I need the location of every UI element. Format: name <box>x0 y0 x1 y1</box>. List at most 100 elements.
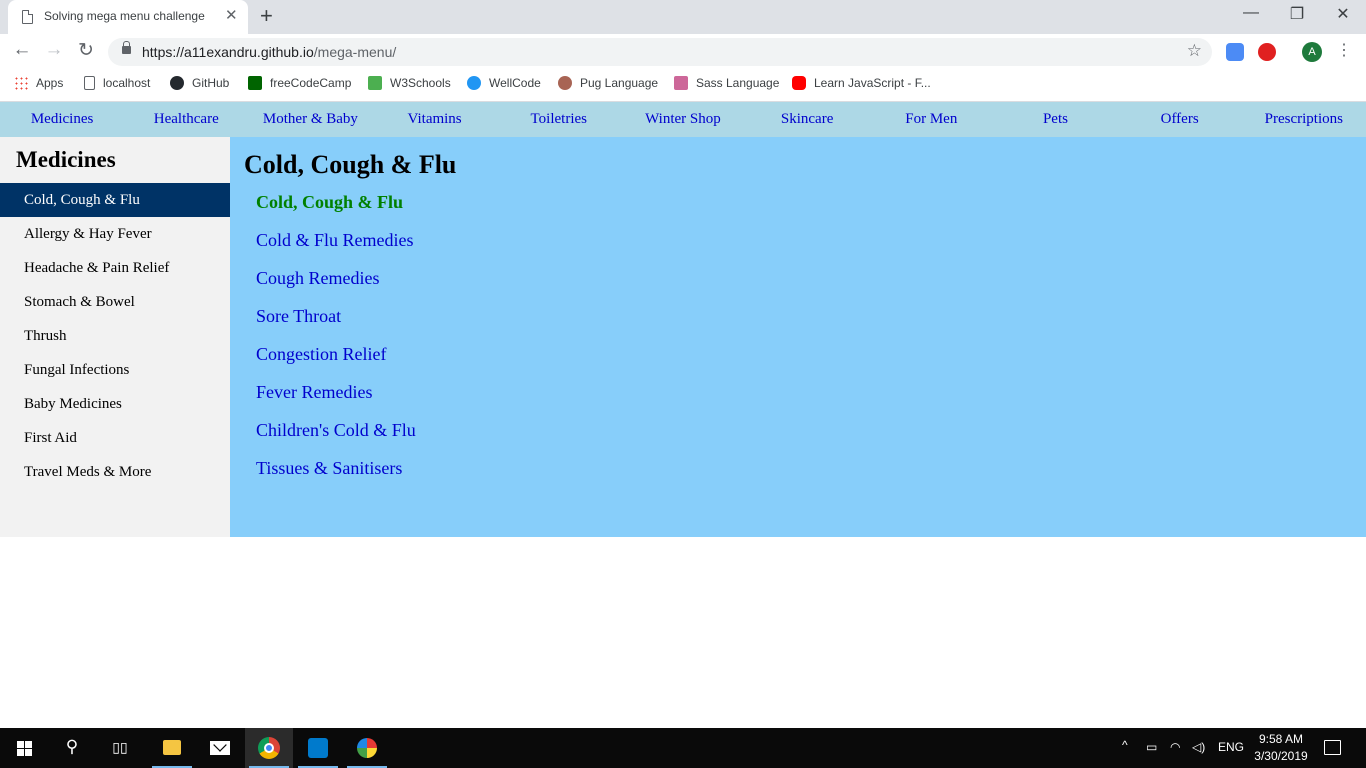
sidebar-title: Medicines <box>16 147 116 172</box>
close-window-button[interactable]: ✕ <box>1328 4 1358 24</box>
nav-item-offers[interactable]: Offers <box>1118 102 1242 137</box>
nav-item-healthcare[interactable]: Healthcare <box>124 102 248 137</box>
task-view-icon: ▯▯ <box>112 739 128 755</box>
wifi-icon[interactable]: ◠ <box>1170 740 1180 754</box>
panel-link-congestion-relief[interactable]: Congestion Relief <box>256 344 416 382</box>
notifications-icon[interactable] <box>1324 740 1341 755</box>
bookmark-star-icon[interactable]: ☆ <box>1187 41 1202 61</box>
panel-link-cough-remedies[interactable]: Cough Remedies <box>256 268 416 306</box>
sass-icon <box>674 76 688 90</box>
clock-time: 9:58 AM <box>1258 732 1304 746</box>
sidebar-item-cold-cough-flu[interactable]: Cold, Cough & Flu <box>0 183 230 217</box>
battery-icon[interactable]: ▭ <box>1146 740 1157 754</box>
page-favicon-icon <box>22 10 33 24</box>
tab-title: Solving mega menu challenge <box>44 9 205 23</box>
task-view-button[interactable]: ▯▯ <box>96 728 144 768</box>
freecodecamp-icon <box>248 76 262 90</box>
sidebar-item-stomach-bowel[interactable]: Stomach & Bowel <box>0 285 230 319</box>
bookmark-apps[interactable]: Apps <box>14 76 63 96</box>
windows-logo-icon <box>17 741 32 756</box>
nav-item-for-men[interactable]: For Men <box>869 102 993 137</box>
tab-strip: Solving mega menu challenge ✕ + — ❐ ✕ <box>0 0 1366 34</box>
tab-close-icon[interactable]: ✕ <box>225 6 238 24</box>
bookmark-localhost[interactable]: localhost <box>84 76 150 96</box>
start-button[interactable] <box>0 728 48 768</box>
pug-icon <box>558 76 572 90</box>
panel-title: Cold, Cough & Flu <box>244 150 457 179</box>
maximize-button[interactable]: ❐ <box>1282 4 1312 24</box>
back-button[interactable]: ← <box>10 39 34 61</box>
language-indicator[interactable]: ENG <box>1218 740 1244 754</box>
panel-link-fever-remedies[interactable]: Fever Remedies <box>256 382 416 420</box>
youtube-icon <box>792 76 806 90</box>
panel-link-sore-throat[interactable]: Sore Throat <box>256 306 416 344</box>
search-icon: ⚲ <box>65 737 79 756</box>
vscode-icon <box>308 738 328 758</box>
mail-icon <box>210 741 230 755</box>
lock-icon <box>122 41 131 54</box>
nav-item-vitamins[interactable]: Vitamins <box>373 102 497 137</box>
search-button[interactable]: ⚲ <box>48 728 96 768</box>
panel-link-cold-cough-flu[interactable]: Cold, Cough & Flu <box>256 192 416 230</box>
nav-item-winter-shop[interactable]: Winter Shop <box>621 102 745 137</box>
vscode-taskbar-button[interactable] <box>294 728 342 768</box>
browser-menu-icon[interactable]: ⋮ <box>1336 40 1352 60</box>
sidebar-item-travel-meds[interactable]: Travel Meds & More <box>0 455 230 489</box>
nav-item-medicines[interactable]: Medicines <box>0 102 124 137</box>
panel-link-list: Cold, Cough & Flu Cold & Flu Remedies Co… <box>256 192 416 496</box>
address-bar[interactable]: https://a11exandru.github.io/mega-menu/ … <box>108 38 1212 66</box>
nav-item-prescriptions[interactable]: Prescriptions <box>1242 102 1366 137</box>
sidebar-item-headache-pain-relief[interactable]: Headache & Pain Relief <box>0 251 230 285</box>
windows-taskbar: ⚲ ▯▯ ^ ▭ ◠ ◁) ENG 9:58 AM 3/30/2019 <box>0 728 1366 768</box>
mega-menu-sidebar: Medicines Cold, Cough & Flu Allergy & Ha… <box>0 137 230 537</box>
wellcode-icon <box>467 76 481 90</box>
browser-toolbar: ← → ↻ https://a11exandru.github.io/mega-… <box>0 34 1366 70</box>
file-explorer-button[interactable] <box>148 728 196 768</box>
chrome-taskbar-button[interactable] <box>245 728 293 768</box>
bookmark-freecodecamp[interactable]: freeCodeCamp <box>248 76 351 96</box>
chrome-icon <box>258 737 280 759</box>
folder-icon <box>163 740 181 755</box>
system-clock[interactable]: 9:58 AM 3/30/2019 <box>1252 731 1310 765</box>
paint-taskbar-button[interactable] <box>343 728 391 768</box>
bookmark-learn-javascript[interactable]: Learn JavaScript - F... <box>792 76 931 96</box>
paint-icon <box>357 738 377 758</box>
apps-icon <box>14 76 28 90</box>
mail-button[interactable] <box>196 728 244 768</box>
mega-menu-panel: Cold, Cough & Flu Cold, Cough & Flu Cold… <box>230 137 1366 537</box>
profile-avatar[interactable]: A <box>1302 42 1322 62</box>
document-icon <box>84 76 95 90</box>
bookmark-sass-language[interactable]: Sass Language <box>674 76 779 96</box>
tray-overflow-chevron-icon[interactable]: ^ <box>1122 738 1128 752</box>
sidebar-item-thrush[interactable]: Thrush <box>0 319 230 353</box>
nav-item-mother-baby[interactable]: Mother & Baby <box>248 102 372 137</box>
bookmarks-bar: Apps localhost GitHub freeCodeCamp W3Sch… <box>0 70 1366 102</box>
nav-item-pets[interactable]: Pets <box>993 102 1117 137</box>
panel-link-cold-flu-remedies[interactable]: Cold & Flu Remedies <box>256 230 416 268</box>
bookmark-github[interactable]: GitHub <box>170 76 229 96</box>
adblock-extension-icon[interactable] <box>1258 43 1276 61</box>
bookmark-wellcode[interactable]: WellCode <box>467 76 541 96</box>
translate-extension-icon[interactable] <box>1226 43 1244 61</box>
sidebar-item-allergy-hay-fever[interactable]: Allergy & Hay Fever <box>0 217 230 251</box>
volume-icon[interactable]: ◁) <box>1192 740 1205 754</box>
sidebar-item-first-aid[interactable]: First Aid <box>0 421 230 455</box>
w3schools-icon <box>368 76 382 90</box>
forward-button[interactable]: → <box>42 39 66 61</box>
sidebar-category-list: Cold, Cough & Flu Allergy & Hay Fever He… <box>0 183 230 489</box>
url-text[interactable]: https://a11exandru.github.io/mega-menu/ <box>142 44 396 60</box>
bookmark-pug-language[interactable]: Pug Language <box>558 76 658 96</box>
nav-item-toiletries[interactable]: Toiletries <box>497 102 621 137</box>
minimize-button[interactable]: — <box>1236 4 1266 22</box>
new-tab-button[interactable]: + <box>260 3 273 29</box>
bookmark-w3schools[interactable]: W3Schools <box>368 76 451 96</box>
panel-link-childrens-cold-flu[interactable]: Children's Cold & Flu <box>256 420 416 458</box>
nav-item-skincare[interactable]: Skincare <box>745 102 869 137</box>
sidebar-item-baby-medicines[interactable]: Baby Medicines <box>0 387 230 421</box>
clock-date: 3/30/2019 <box>1254 749 1308 763</box>
page-viewport: Medicines Healthcare Mother & Baby Vitam… <box>0 102 1366 728</box>
reload-button[interactable]: ↻ <box>74 39 98 62</box>
sidebar-item-fungal-infections[interactable]: Fungal Infections <box>0 353 230 387</box>
panel-link-tissues-sanitisers[interactable]: Tissues & Sanitisers <box>256 458 416 496</box>
browser-tab[interactable]: Solving mega menu challenge ✕ <box>8 0 248 34</box>
